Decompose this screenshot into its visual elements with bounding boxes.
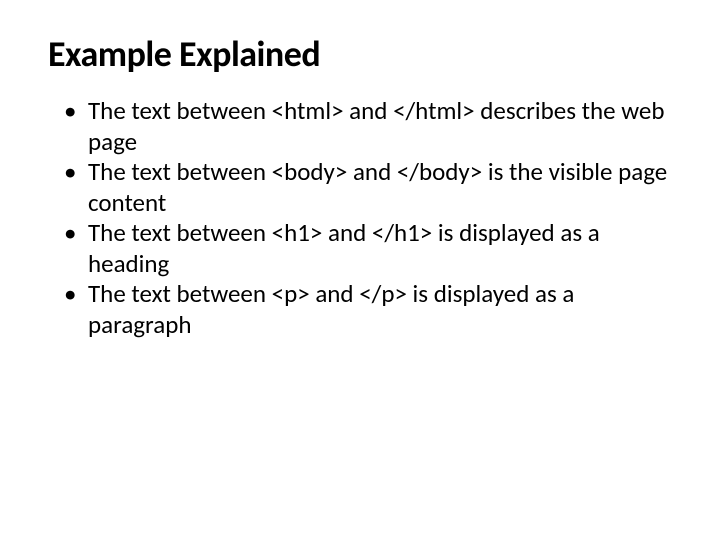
list-item: The text between <body> and </body> is t… [64,157,672,218]
list-item: The text between <h1> and </h1> is displ… [64,218,672,279]
bullet-list: The text between <html> and </html> desc… [48,96,672,340]
list-item: The text between <html> and </html> desc… [64,96,672,157]
list-item: The text between <p> and </p> is display… [64,279,672,340]
slide-title: Example Explained [48,32,672,76]
